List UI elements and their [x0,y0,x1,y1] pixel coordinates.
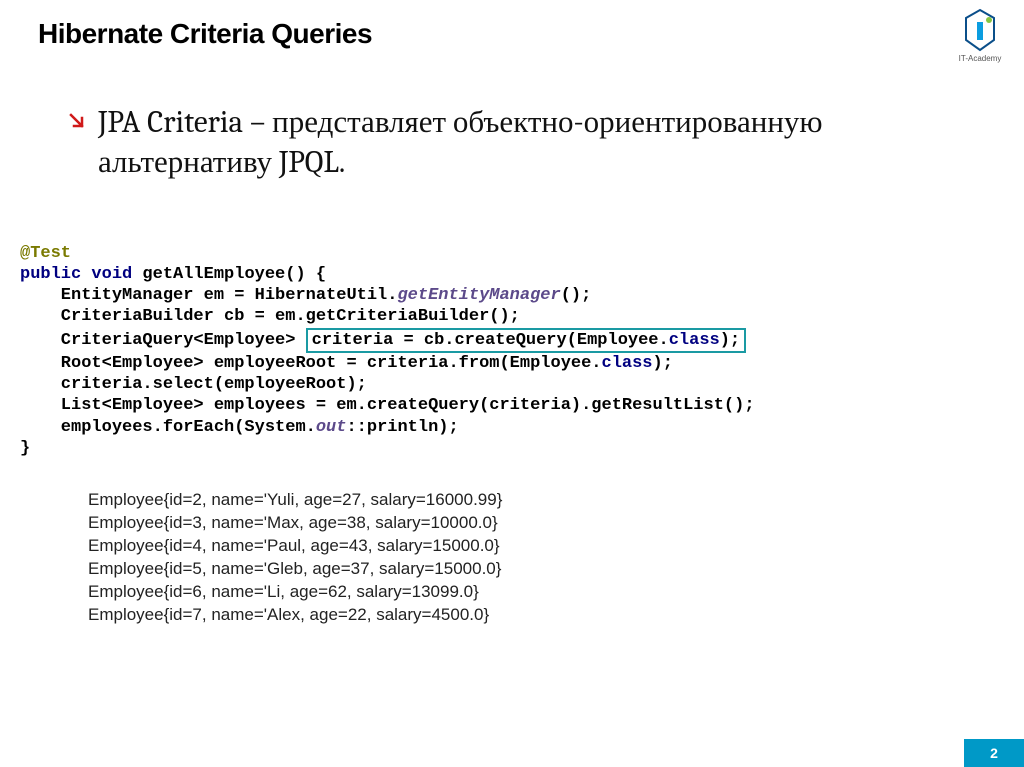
code-text: employees.forEach(System. [20,418,316,437]
code-text: EntityManager em = HibernateUtil. [20,286,397,305]
code-text: criteria.select(employeeRoot); [20,375,367,394]
code-annotation: @Test [20,244,71,263]
code-text: criteria = cb.createQuery(Employee. [312,331,669,350]
output-block: Employee{id=2, name='Yuli, age=27, salar… [88,489,1024,627]
page-number: 2 [964,739,1024,767]
code-keyword: class [602,354,653,373]
arrow-down-right-icon [68,112,86,130]
output-line: Employee{id=4, name='Paul, age=43, salar… [88,535,1024,558]
code-keyword: class [669,331,720,350]
logo-caption: IT-Academy [959,54,1002,63]
code-text: ); [720,331,740,350]
logo: IT-Academy [954,8,1006,68]
code-text: ); [653,354,673,373]
bullet-text: JPA Criteria – представляет объектно-ори… [98,102,898,183]
code-keyword: public void [20,265,142,284]
code-text: ::println); [346,418,458,437]
code-text: getAllEmployee() { [142,265,326,284]
bullet-item: JPA Criteria – представляет объектно-ори… [68,102,1024,183]
output-line: Employee{id=3, name='Max, age=38, salary… [88,512,1024,535]
code-text: CriteriaQuery<Employee> [20,331,306,350]
output-line: Employee{id=7, name='Alex, age=22, salar… [88,604,1024,627]
highlight-box: criteria = cb.createQuery(Employee.class… [306,328,746,353]
output-line: Employee{id=2, name='Yuli, age=27, salar… [88,489,1024,512]
code-text: Root<Employee> employeeRoot = criteria.f… [20,354,602,373]
code-static-field: out [316,418,347,437]
logo-icon [958,8,1002,52]
output-line: Employee{id=5, name='Gleb, age=37, salar… [88,558,1024,581]
code-text: CriteriaBuilder cb = em.getCriteriaBuild… [20,307,520,326]
slide-title: Hibernate Criteria Queries [38,18,1024,50]
slide-header: Hibernate Criteria Queries [0,0,1024,50]
code-text: (); [561,286,592,305]
output-line: Employee{id=6, name='Li, age=62, salary=… [88,581,1024,604]
code-text: List<Employee> employees = em.createQuer… [20,396,755,415]
code-static-call: getEntityManager [397,286,560,305]
code-text: } [20,439,30,458]
code-block: @Test public void getAllEmployee() { Ent… [20,243,1024,460]
